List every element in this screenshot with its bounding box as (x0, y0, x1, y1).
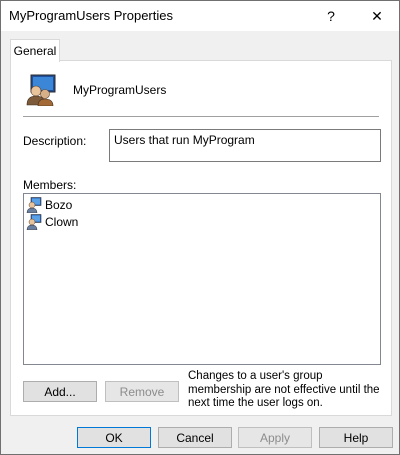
members-label: Members: (23, 178, 77, 192)
tab-general[interactable]: General (10, 39, 60, 62)
title-bar[interactable]: MyProgramUsers Properties ? ✕ (1, 1, 399, 31)
remove-member-button[interactable]: Remove (105, 381, 179, 402)
close-icon: ✕ (371, 7, 383, 24)
general-tab-panel: MyProgramUsers Description: Users that r… (10, 60, 392, 416)
ok-button[interactable]: OK (77, 427, 151, 448)
add-member-button[interactable]: Add... (23, 381, 97, 402)
apply-button[interactable]: Apply (238, 427, 312, 448)
member-name: Clown (45, 214, 79, 229)
member-name: Bozo (45, 197, 73, 212)
window-title: MyProgramUsers Properties (9, 8, 173, 23)
help-title-button[interactable]: ? (311, 1, 351, 31)
user-icon (26, 196, 42, 213)
description-label: Description: (23, 134, 87, 148)
list-item[interactable]: Bozo (26, 196, 378, 213)
question-icon: ? (327, 8, 335, 24)
close-button[interactable]: ✕ (357, 1, 397, 31)
properties-dialog: MyProgramUsers Properties ? ✕ General My… (0, 0, 400, 455)
separator (23, 116, 379, 117)
user-icon (26, 213, 42, 230)
tab-general-label: General (13, 44, 57, 58)
membership-note: Changes to a user's group membership are… (188, 370, 380, 409)
description-field[interactable]: Users that run MyProgram (109, 129, 381, 162)
group-name: MyProgramUsers (73, 83, 167, 97)
list-item[interactable]: Clown (26, 213, 378, 230)
cancel-button[interactable]: Cancel (158, 427, 232, 448)
help-button[interactable]: Help (319, 427, 393, 448)
members-list[interactable]: Bozo Clown (23, 193, 381, 365)
user-group-icon (26, 74, 56, 106)
